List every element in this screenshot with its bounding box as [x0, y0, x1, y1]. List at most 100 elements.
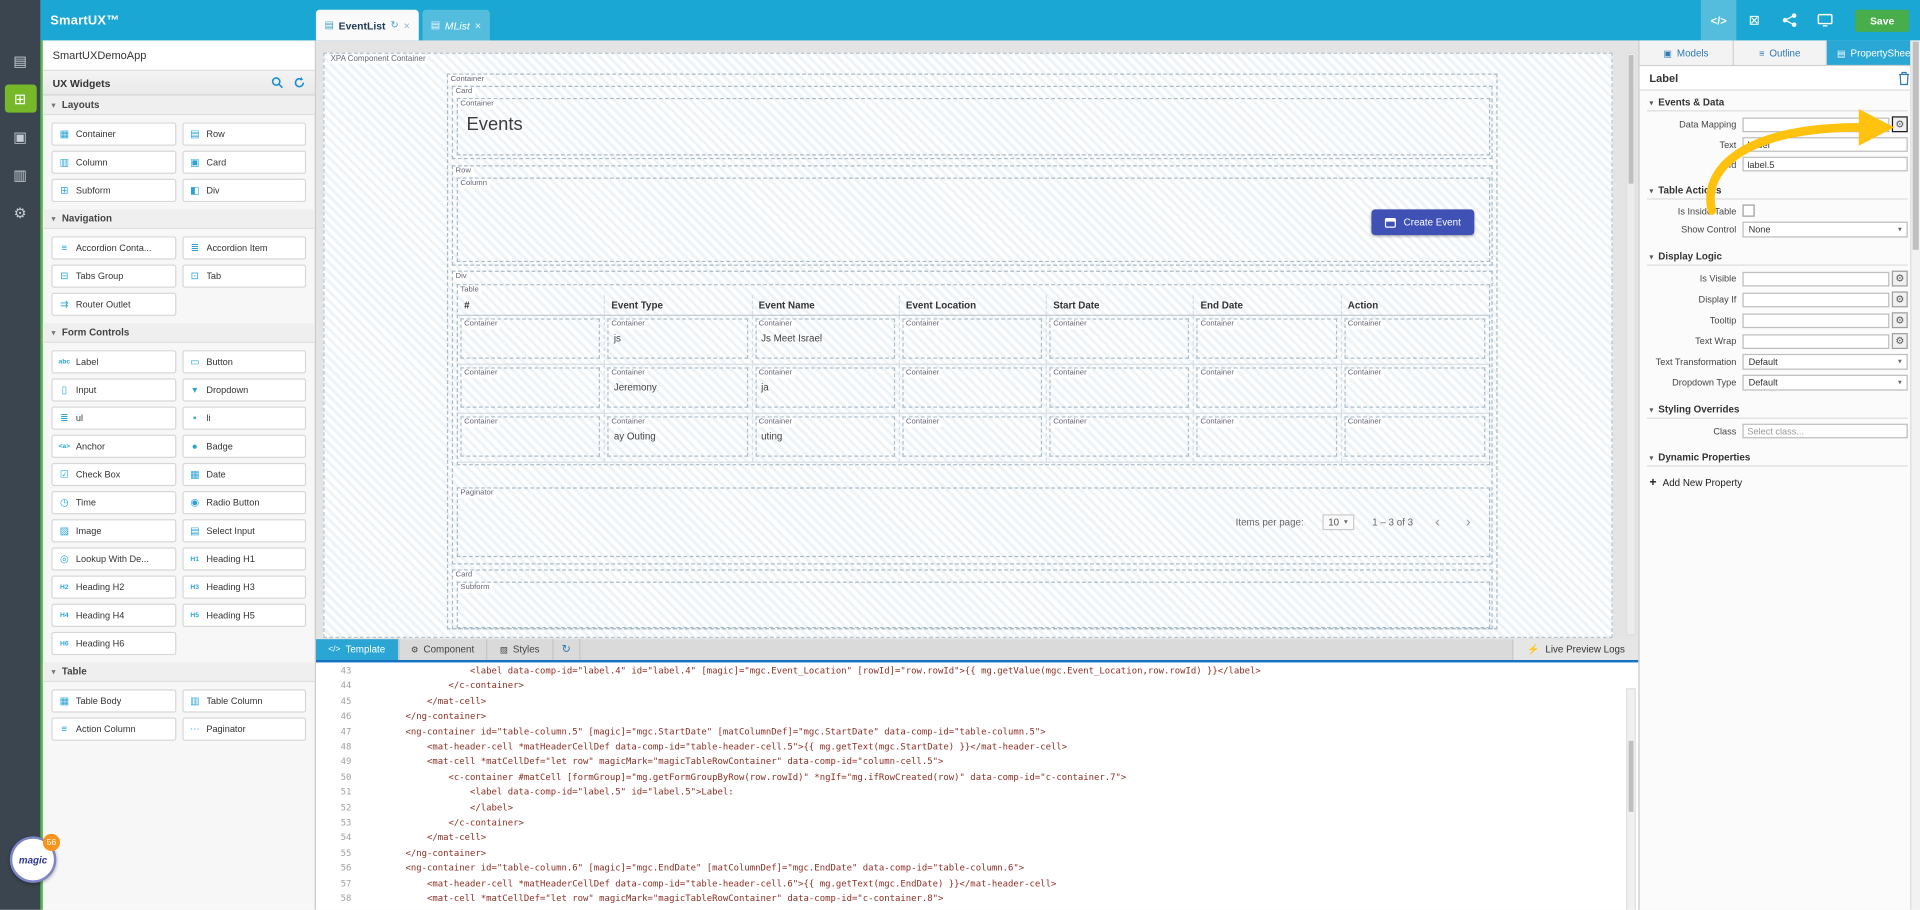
property-section-header-table-actions[interactable]: ▾ Table Actions [1646, 185, 1908, 200]
card-element[interactable]: Card Subform [451, 569, 1493, 630]
library-icon[interactable]: ▥ [4, 160, 36, 188]
input-tooltip[interactable] [1742, 312, 1890, 328]
refresh-icon[interactable] [293, 76, 306, 89]
table-cell[interactable]: Container [1047, 364, 1195, 413]
widget-section-header-table[interactable]: ▾ Table [42, 662, 315, 683]
add-new-property-button[interactable]: + Add New Property [1647, 476, 1908, 489]
tab-models[interactable]: ▣ Models [1639, 40, 1734, 65]
widget-item-select-input[interactable]: ▤ Select Input [181, 519, 307, 543]
cell-container[interactable]: Container [1344, 416, 1486, 457]
input-display-if[interactable] [1742, 292, 1890, 307]
table-cell[interactable]: Container ay Outing [605, 413, 753, 462]
widget-section-header-navigation[interactable]: ▾ Navigation [42, 209, 315, 229]
widget-item-accordion-conta[interactable]: ≡ Accordion Conta... [51, 236, 176, 260]
cell-container[interactable]: Container [1196, 318, 1337, 359]
widget-section-header-layouts[interactable]: ▾ Layouts [42, 95, 315, 116]
live-preview-logs-button[interactable]: ⚡ Live Preview Logs [1512, 639, 1639, 661]
editor-tab-component[interactable]: ⚙ Component [399, 639, 488, 661]
table-cell[interactable]: Container [1194, 364, 1342, 413]
widgets-icon[interactable]: ⊞ [4, 84, 37, 113]
save-button[interactable]: Save [1855, 9, 1909, 32]
tab-propertyshee[interactable]: ▤ PropertyShee [1827, 40, 1920, 65]
items-per-page-select[interactable]: 10 ▾ [1322, 513, 1354, 530]
input-text-wrap[interactable] [1742, 333, 1890, 349]
widget-item-label[interactable]: abc Label [51, 350, 176, 374]
widget-item-input[interactable]: ▯ Input [51, 378, 176, 402]
table-cell[interactable]: Container [458, 315, 606, 364]
code-line[interactable]: 45 </mat-cell> [316, 694, 1638, 709]
previous-page-button[interactable]: ‹ [1431, 513, 1443, 530]
table-cell[interactable]: Container [900, 364, 1048, 413]
input-class[interactable] [1742, 423, 1908, 439]
table-cell[interactable]: Container [1342, 365, 1489, 413]
code-line[interactable]: 50 <c-container #matCell [formGroup]="mg… [316, 770, 1638, 785]
code-line[interactable]: 55 </ng-container> [316, 846, 1638, 861]
cell-container[interactable]: Container [460, 416, 601, 457]
close-window-button[interactable]: ⊠ [1736, 0, 1772, 40]
table-cell[interactable]: Container [1194, 315, 1342, 364]
table-cell[interactable]: Container [458, 364, 606, 413]
card-element[interactable]: Card Container Events [451, 85, 1493, 160]
gear-icon[interactable]: ⚙ [1891, 116, 1908, 133]
column-element[interactable]: Column Create Event [456, 177, 1491, 263]
document-tab-mlist[interactable]: ▤ MList × [422, 9, 490, 41]
preview-device-button[interactable] [1808, 0, 1844, 40]
cell-container[interactable]: Container ja [754, 367, 895, 408]
editor-tab-template[interactable]: </> Template [315, 639, 399, 661]
cell-container[interactable]: Container Jeremony [607, 367, 748, 408]
widget-item-table-column[interactable]: ▥ Table Column [181, 689, 307, 713]
gear-icon[interactable]: ⚙ [1891, 291, 1908, 308]
checkbox-is-inside-table[interactable] [1742, 204, 1755, 217]
widget-item-button[interactable]: ▭ Button [181, 350, 307, 374]
table-cell[interactable]: Container [1047, 413, 1195, 462]
gear-icon[interactable]: ⚙ [1891, 312, 1908, 329]
close-icon[interactable]: × [475, 19, 481, 31]
search-icon[interactable] [271, 76, 284, 89]
widget-item-container[interactable]: ▦ Container [51, 122, 176, 146]
widget-item-heading-h3[interactable]: H3 Heading H3 [181, 575, 307, 599]
document-tab-eventlist[interactable]: ▤ EventList ↻ × [315, 9, 419, 41]
property-section-header-styling-overrides[interactable]: ▾ Styling Overrides [1646, 404, 1908, 419]
scrollbar-thumb[interactable] [1628, 740, 1634, 812]
dropdown-dropdown-type[interactable]: Default ▾ [1742, 374, 1908, 391]
table-cell[interactable]: Container [1342, 414, 1489, 462]
cell-container[interactable]: Container [460, 367, 601, 408]
cell-container[interactable]: Container Js Meet Israel [754, 318, 895, 359]
widget-item-table-body[interactable]: ▦ Table Body [51, 689, 176, 713]
project-name[interactable]: SmartUXDemoApp [42, 40, 315, 72]
editor-tab-styles[interactable]: ▨ Styles [488, 639, 554, 661]
code-line[interactable]: 52 </label> [316, 800, 1638, 815]
code-line[interactable]: 49 <mat-cell *matCellDef="let row" magic… [316, 755, 1638, 770]
copy-icon[interactable]: ▣ [4, 122, 36, 150]
input-id[interactable] [1742, 156, 1908, 172]
events-heading[interactable]: Events [467, 114, 523, 135]
close-icon[interactable]: × [404, 19, 410, 31]
table-cell[interactable]: Container Jeremony [605, 364, 753, 413]
table-cell[interactable]: Container [900, 413, 1048, 462]
file-icon[interactable]: ▤ [4, 47, 36, 75]
input-is-visible[interactable] [1742, 271, 1890, 286]
widget-item-check-box[interactable]: ☑ Check Box [51, 462, 176, 487]
widget-item-div[interactable]: ◧ Div [181, 178, 307, 203]
widget-item-time[interactable]: ◷ Time [51, 491, 176, 515]
table-cell[interactable]: Container ja [753, 364, 900, 413]
widget-item-lookup-with-de[interactable]: ◎ Lookup With De... [51, 547, 176, 571]
code-line[interactable]: 48 <mat-header-cell *matHeaderCellDef da… [316, 740, 1638, 755]
next-page-button[interactable]: › [1462, 513, 1474, 530]
code-line[interactable]: 47 <ng-container id="table-column.5" [ma… [316, 724, 1638, 739]
cell-container[interactable]: Container [1049, 367, 1190, 408]
widget-item-row[interactable]: ▤ Row [181, 122, 307, 146]
code-line[interactable]: 43 <label data-comp-id="label.4" id="lab… [316, 664, 1638, 679]
widget-item-tab[interactable]: ⊡ Tab [181, 264, 307, 288]
widget-item-tabs-group[interactable]: ⊟ Tabs Group [51, 264, 176, 288]
code-line[interactable]: 51 <label data-comp-id="label.5" id="lab… [316, 785, 1638, 800]
cell-container[interactable]: Container [1196, 367, 1337, 408]
property-section-header-display-logic[interactable]: ▾ Display Logic [1646, 251, 1908, 266]
gear-icon[interactable]: ⚙ [1891, 270, 1908, 287]
cell-container[interactable]: Container [1196, 416, 1337, 457]
widget-item-radio-button[interactable]: ◉ Radio Button [181, 491, 307, 515]
container-element[interactable]: Container Events [456, 97, 1491, 156]
table-element[interactable]: Table # Event Type Event Name Event Locatio… [456, 284, 1491, 466]
widget-item-heading-h5[interactable]: H5 Heading H5 [181, 603, 307, 627]
code-line[interactable]: 56 <ng-container id="table-column.6" [ma… [316, 861, 1638, 876]
